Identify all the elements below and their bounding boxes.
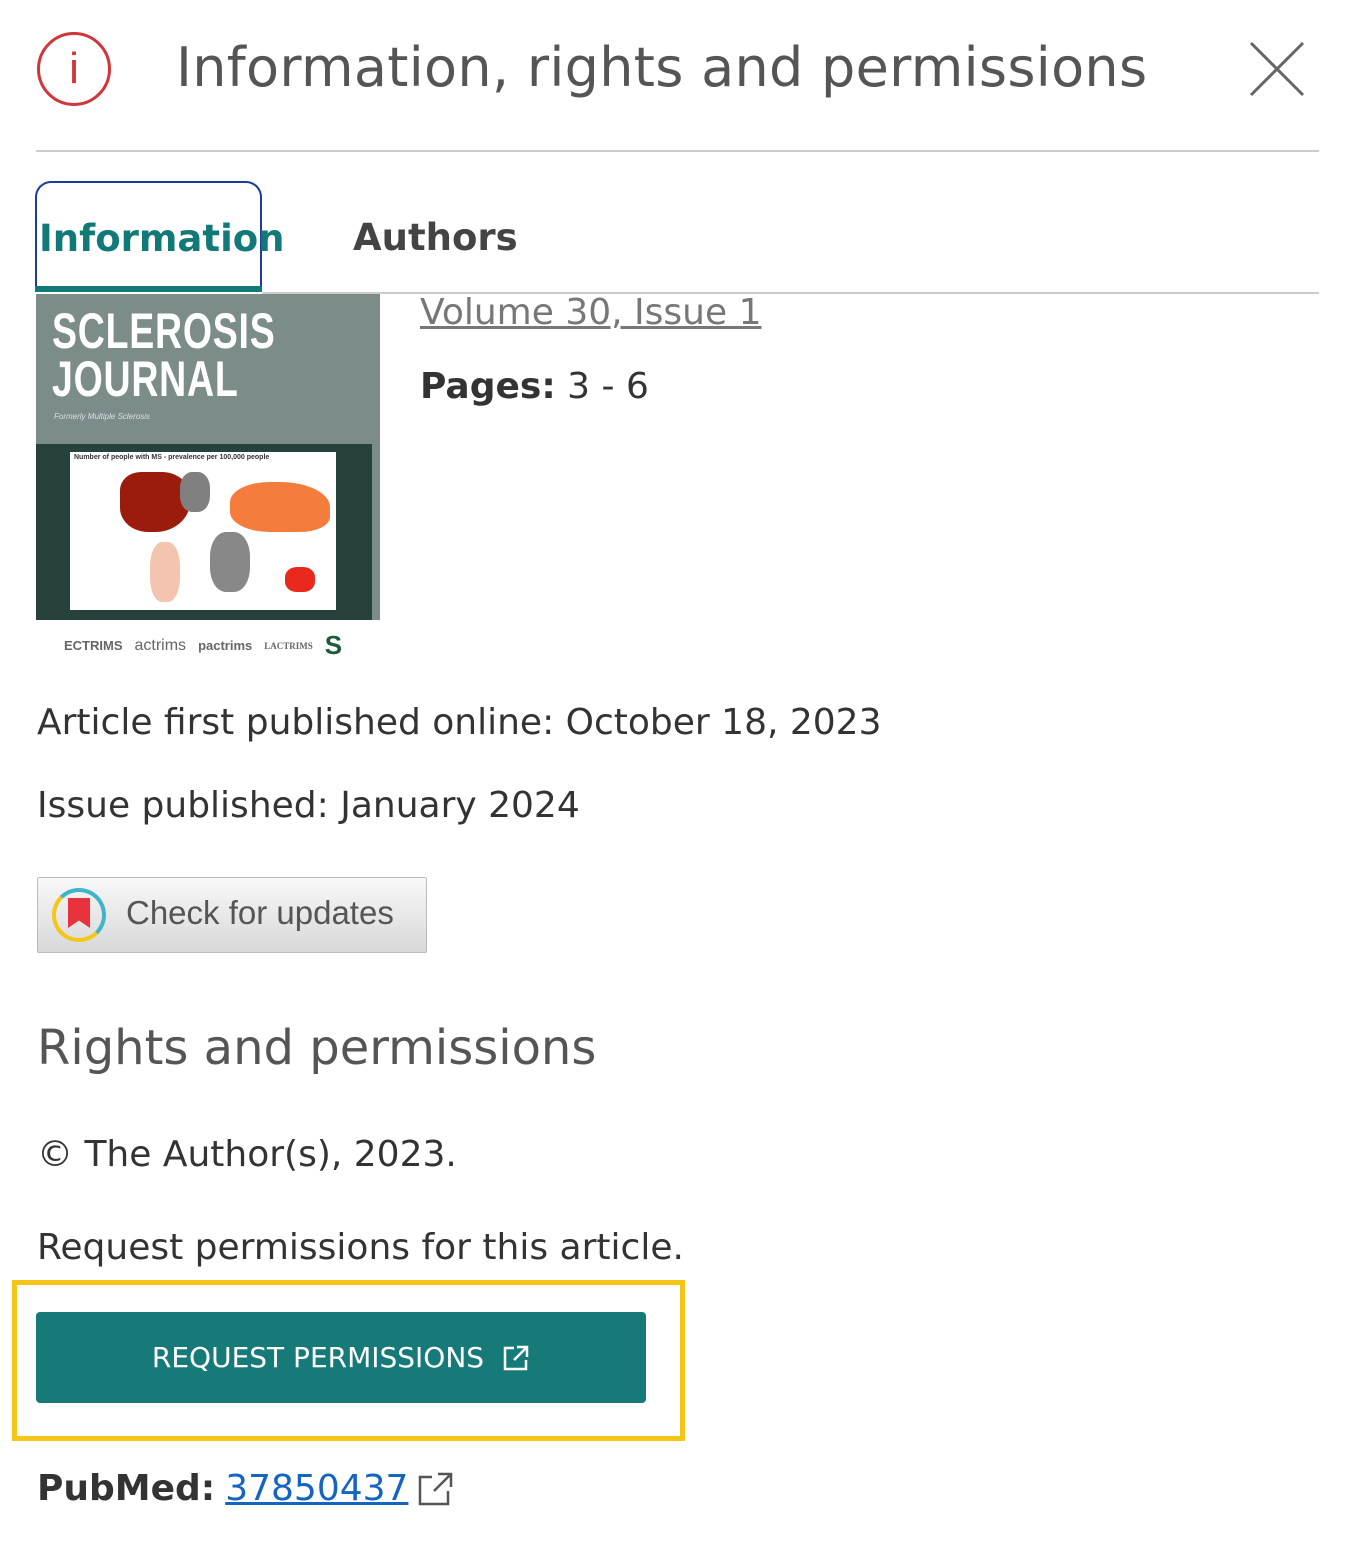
tab-authors[interactable]: Authors	[353, 216, 518, 259]
pages-value: 3 - 6	[555, 366, 649, 407]
close-icon[interactable]	[1248, 40, 1306, 98]
divider	[36, 150, 1319, 152]
cover-map: Number of people with MS - prevalence pe…	[70, 452, 336, 610]
check-for-updates-button[interactable]: Check for updates	[37, 877, 427, 953]
dialog-title: Information, rights and permissions	[176, 36, 1148, 99]
cover-title: JOURNAL	[52, 351, 239, 407]
crossmark-icon	[52, 888, 106, 942]
pubmed: PubMed: 37850437	[37, 1468, 454, 1509]
external-link-icon	[503, 1345, 529, 1370]
rights-heading: Rights and permissions	[37, 1020, 597, 1076]
active-tab-indicator	[35, 286, 262, 292]
copyright: © The Author(s), 2023.	[37, 1134, 457, 1175]
pages: Pages: 3 - 6	[420, 366, 649, 407]
request-permissions-button[interactable]: REQUEST PERMISSIONS	[36, 1312, 646, 1403]
tab-information[interactable]: Information	[35, 181, 285, 287]
tab-label: Information	[39, 217, 285, 260]
pages-label: Pages:	[420, 366, 556, 407]
logo-actrims: actrims	[134, 636, 187, 654]
request-text: Request permissions for this article.	[37, 1227, 684, 1268]
volume-issue-link[interactable]: Volume 30, Issue 1	[420, 292, 761, 333]
pubmed-link[interactable]: 37850437	[225, 1468, 408, 1509]
external-link-icon[interactable]	[418, 1471, 454, 1507]
logo-ectrims: ECTRIMS	[64, 638, 123, 653]
logo-sage: S	[324, 630, 343, 660]
pubmed-label: PubMed:	[37, 1468, 216, 1509]
logo-lactrims: LACTRIMS	[264, 640, 313, 651]
request-permissions-label: REQUEST PERMISSIONS	[151, 1341, 485, 1374]
published-online: Article first published online: October …	[37, 702, 882, 743]
info-icon: i	[37, 32, 111, 106]
check-updates-label: Check for updates	[126, 894, 394, 931]
journal-cover-image: SCLEROSIS JOURNAL Formerly Multiple Scle…	[36, 294, 380, 620]
issue-published: Issue published: January 2024	[37, 785, 580, 826]
cover-subtitle: Formerly Multiple Sclerosis	[54, 412, 151, 421]
logo-pactrims: pactrims	[198, 638, 253, 653]
society-logos: ECTRIMS actrims pactrims LACTRIMS S	[64, 630, 342, 661]
map-title: Number of people with MS - prevalence pe…	[74, 454, 270, 461]
